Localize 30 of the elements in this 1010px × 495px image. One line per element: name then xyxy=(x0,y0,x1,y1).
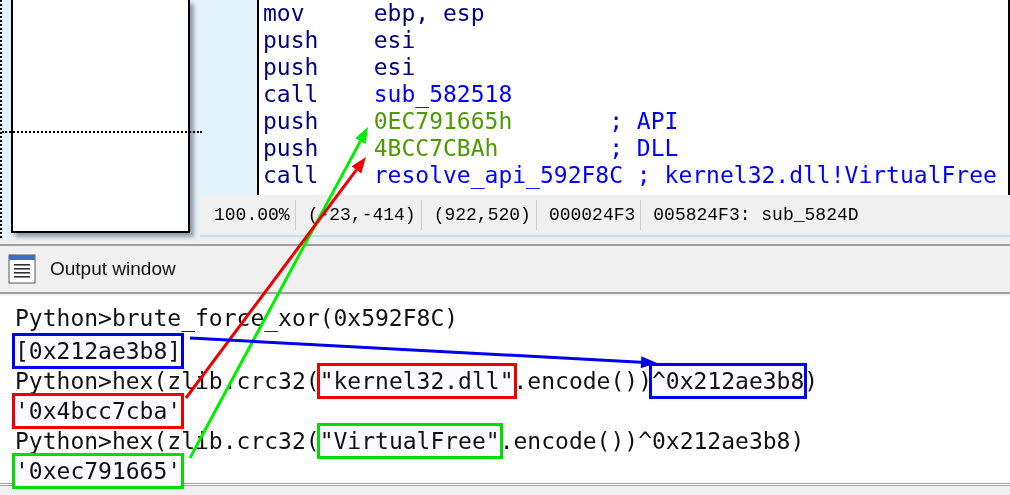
highlighted-text: '0x4bcc7cba' xyxy=(12,393,185,429)
status-field: (922,520) xyxy=(421,200,537,230)
instruction-operand: resolve_api_592F8C xyxy=(373,162,623,189)
instruction-comment: ; DLL xyxy=(609,135,679,162)
highlighted-text: [0x212ae3b8] xyxy=(12,333,185,369)
highlighted-text: '0xec791665' xyxy=(12,453,185,489)
instruction-comment: ; API xyxy=(609,108,679,135)
status-field: 000024F3 xyxy=(536,200,642,230)
instruction-mnemonic: call xyxy=(263,81,320,108)
instruction-operand: ebp, esp xyxy=(373,0,486,27)
instruction-operand: sub_582518 xyxy=(373,81,514,108)
instruction-mnemonic: push xyxy=(263,135,320,162)
instruction-mnemonic: mov xyxy=(263,0,306,27)
highlighted-text: "kernel32.dll" xyxy=(316,363,517,399)
instruction-operand: 0EC791665h xyxy=(373,108,514,135)
status-field: 100.00% xyxy=(200,200,296,230)
instruction-operand: 4BCC7CBAh xyxy=(373,135,500,162)
highlighted-text: "VirtualFree" xyxy=(316,423,503,459)
instruction-mnemonic: push xyxy=(263,108,320,135)
highlighted-text: ^0x212ae3b8 xyxy=(649,363,808,399)
status-field: 005824F3: sub_5824D xyxy=(641,200,864,230)
instruction-mnemonic: call xyxy=(263,162,320,189)
output-window-icon xyxy=(8,254,36,284)
output-window-title: Output window xyxy=(50,258,176,280)
graph-overview[interactable] xyxy=(0,0,200,238)
instruction-mnemonic: push xyxy=(263,27,320,54)
instruction-mnemonic: push xyxy=(263,54,320,81)
instruction-operand: esi xyxy=(373,27,417,54)
instruction-comment: ; kernel32.dll!VirtualFree xyxy=(636,162,997,189)
instruction-operand: esi xyxy=(373,54,417,81)
